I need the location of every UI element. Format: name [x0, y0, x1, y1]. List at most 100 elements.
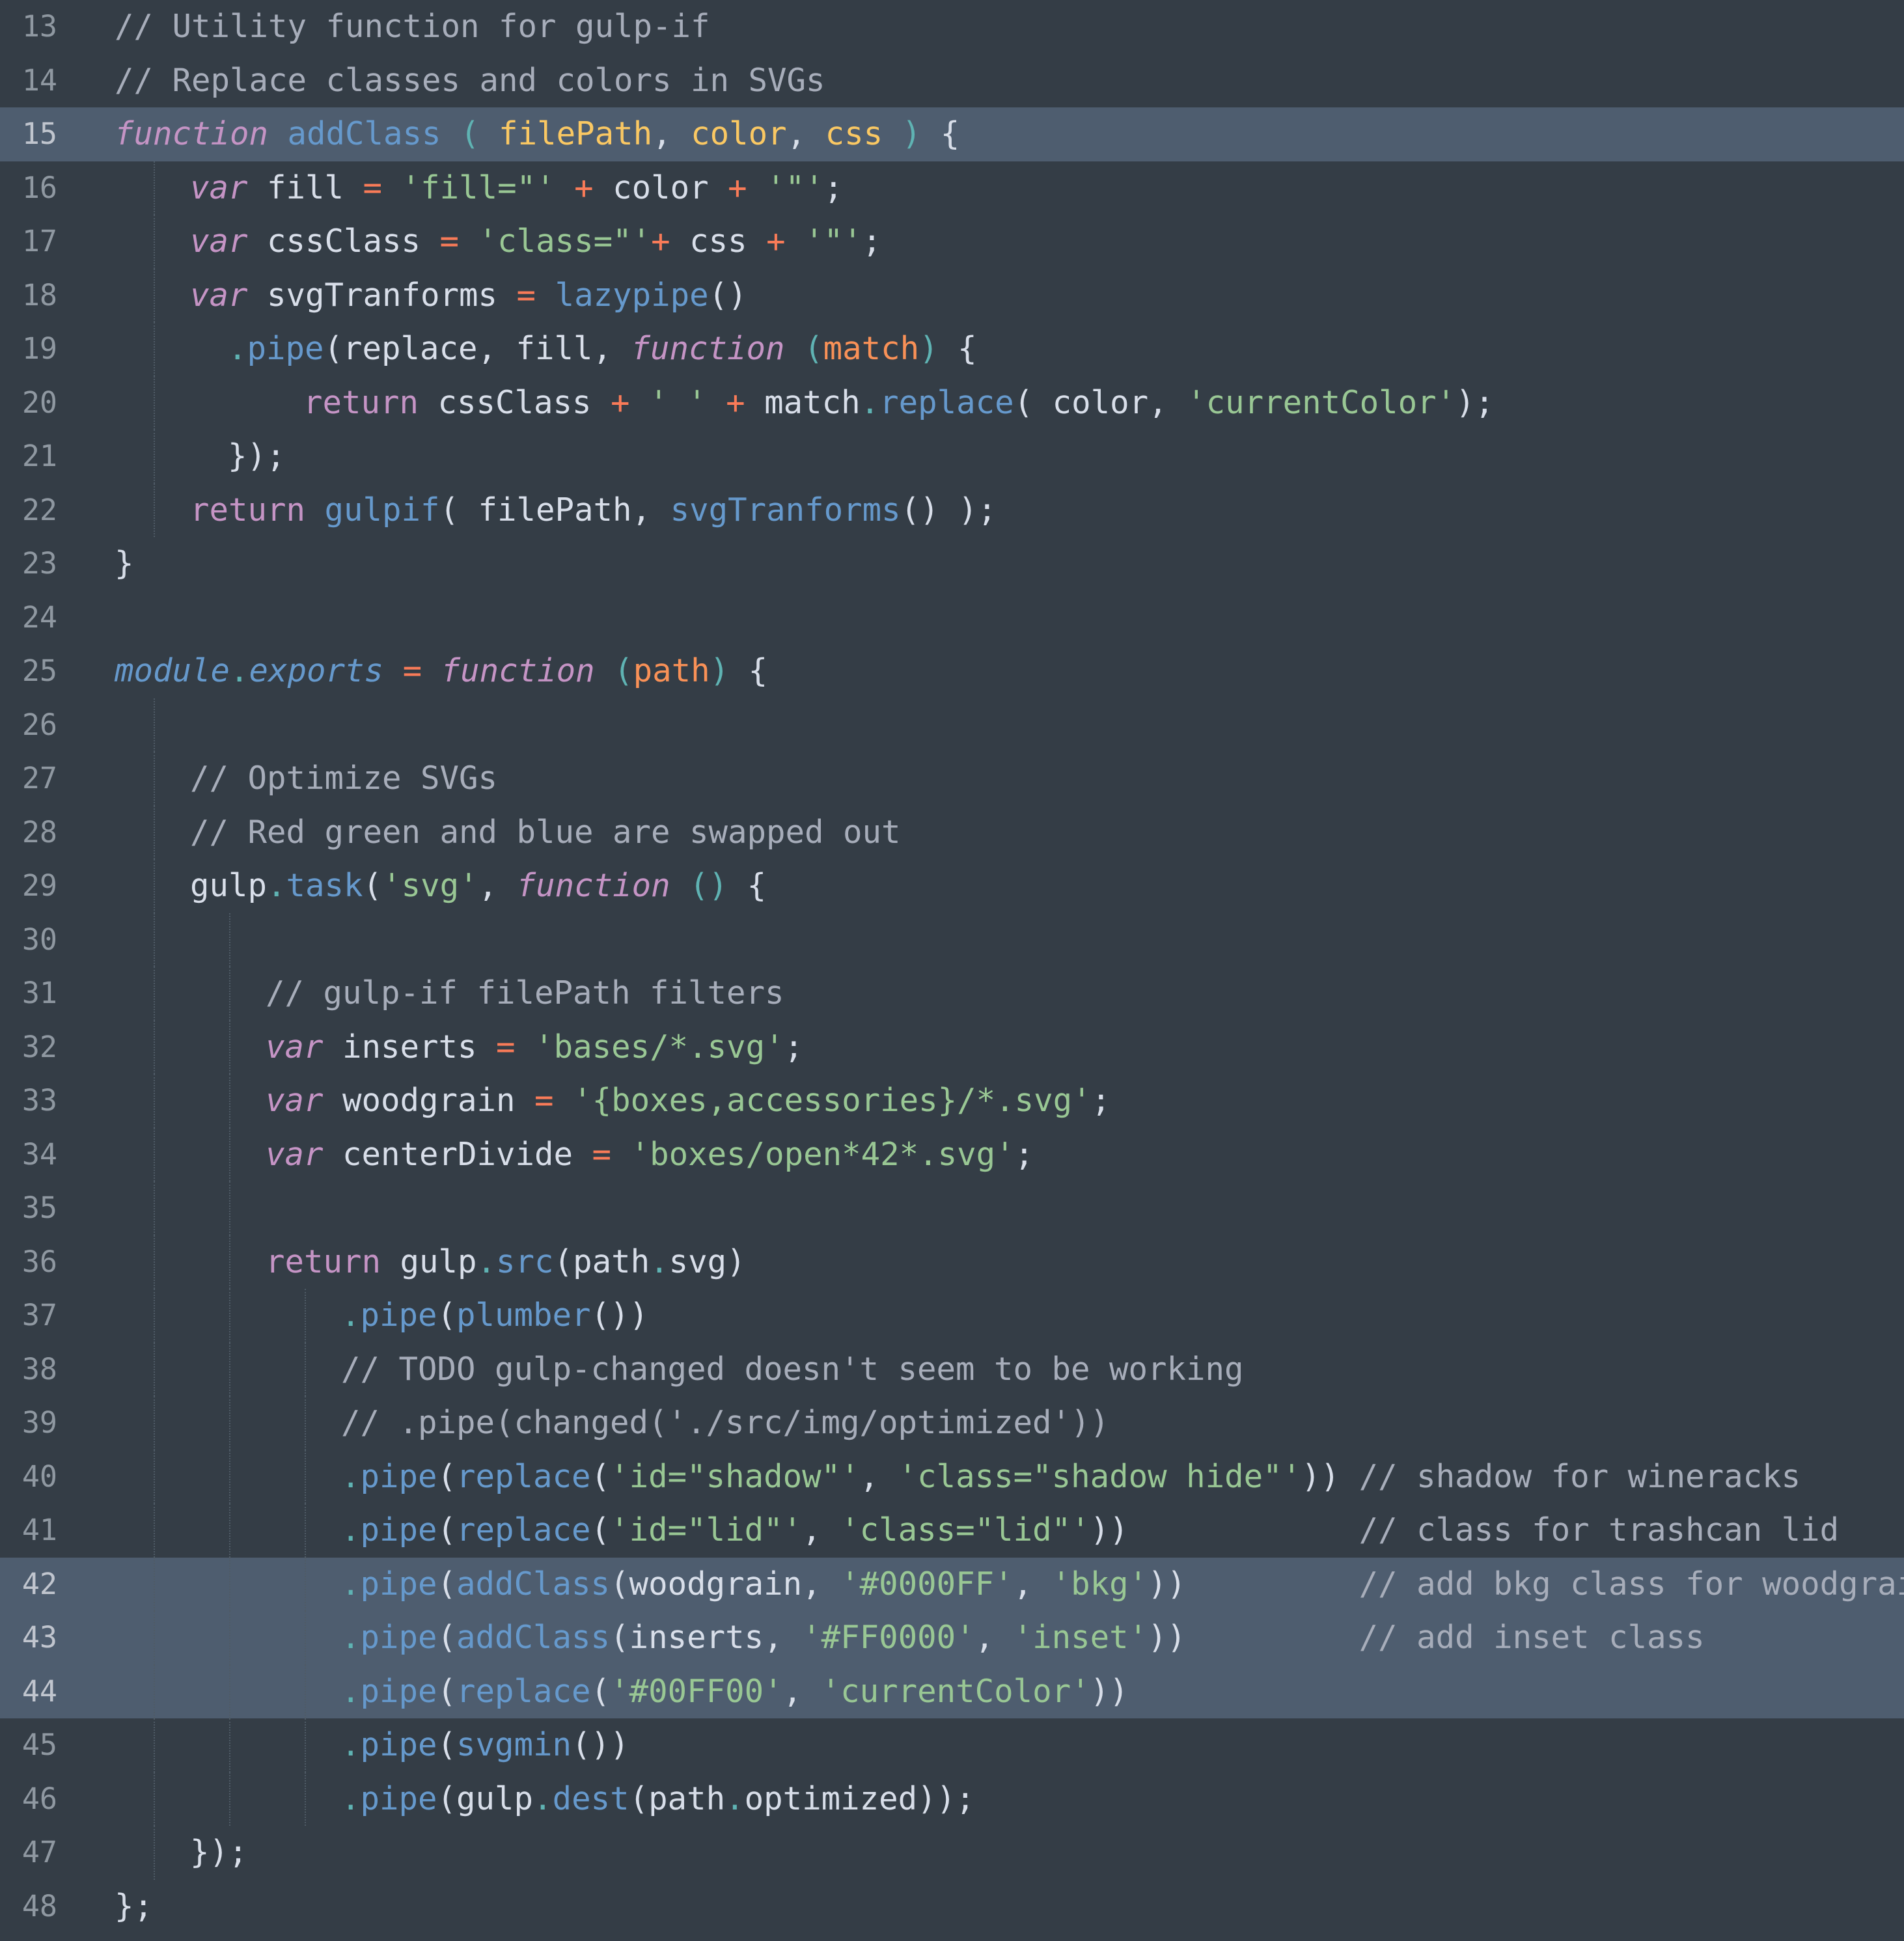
code-line[interactable]: 29 gulp.task('svg', function () { — [0, 859, 1904, 913]
code-token: var — [266, 1028, 324, 1066]
code-text: var inserts = 'bases/*.svg'; — [266, 1021, 803, 1075]
code-line[interactable]: 35 — [0, 1181, 1904, 1235]
indent-guide — [229, 1718, 230, 1772]
code-token: // Replace classes and colors in SVGs — [115, 61, 825, 99]
code-line[interactable]: 22 return gulpif( filePath, svgTranforms(… — [0, 483, 1904, 537]
indent-guide — [154, 1772, 155, 1826]
code-token: }); — [190, 1834, 248, 1871]
code-line[interactable]: 15 function addClass ( filePath, color, c… — [0, 107, 1904, 161]
code-line[interactable]: 25 module.exports = function (path) { — [0, 644, 1904, 698]
code-token: pipe — [360, 1780, 437, 1817]
code-token: inserts — [323, 1028, 497, 1066]
code-token: // Optimize SVGs — [190, 760, 498, 797]
code-line[interactable]: 44 .pipe(replace('#00FF00', 'currentColor… — [0, 1664, 1904, 1718]
code-line[interactable]: 27 // Optimize SVGs — [0, 752, 1904, 806]
code-line[interactable]: 24 — [0, 591, 1904, 645]
code-line[interactable]: 48}; — [0, 1880, 1904, 1934]
indent-guide — [229, 1020, 230, 1074]
code-line[interactable]: 33 var woodgrain = '{boxes,accessories}/*… — [0, 1074, 1904, 1128]
code-token: var — [266, 1082, 324, 1119]
code-line[interactable]: 43 .pipe(addClass(inserts, '#FF0000', 'in… — [0, 1611, 1904, 1665]
code-token: ( — [363, 867, 383, 904]
code-token: 'svg' — [382, 867, 478, 904]
indent-guide — [229, 1181, 230, 1235]
code-token: = — [592, 1135, 612, 1173]
code-line[interactable]: 38 // TODO gulp-changed doesn't seem to b… — [0, 1342, 1904, 1396]
indent-guide — [305, 1718, 306, 1772]
code-token: '#FF0000' — [802, 1619, 975, 1656]
code-line[interactable]: 41 .pipe(replace('id="lid"', 'class="lid"… — [0, 1504, 1904, 1558]
code-token: return — [266, 1243, 381, 1280]
code-line[interactable]: 21}); — [0, 430, 1904, 484]
code-line[interactable]: 26 — [0, 698, 1904, 752]
indent-guide — [154, 376, 155, 430]
code-text: var woodgrain = '{boxes,accessories}/*.s… — [266, 1074, 1111, 1128]
code-token: pipe — [360, 1565, 437, 1603]
indent-guide — [305, 1450, 306, 1504]
indent-guide — [229, 1074, 230, 1128]
line-number: 25 — [21, 654, 57, 688]
code-token: fill — [247, 169, 363, 206]
code-line[interactable]: 45 .pipe(svgmin()) — [0, 1718, 1904, 1772]
code-line[interactable]: 13 // Utility function for gulp-if — [0, 0, 1904, 54]
code-token: ; — [784, 1028, 804, 1066]
code-line[interactable]: 28 // Red green and blue are swapped out — [0, 805, 1904, 860]
line-number: 46 — [21, 1781, 57, 1816]
code-line[interactable]: 37 .pipe(plumber()) — [0, 1289, 1904, 1343]
code-token: = — [402, 652, 422, 689]
code-line[interactable]: 18 var svgTranforms = lazypipe() — [0, 268, 1904, 322]
code-token: (replace, fill, — [324, 330, 631, 367]
code-line[interactable]: 17 var cssClass = 'class="'+ css + '"'; — [0, 215, 1904, 269]
indent-guide — [154, 1611, 155, 1665]
code-text: // Red green and blue are swapped out — [190, 806, 901, 860]
code-token: }); — [228, 437, 286, 475]
code-line[interactable]: 14 // Replace classes and colors in SVGs — [0, 54, 1904, 108]
code-line[interactable]: 19 .pipe(replace, fill, function (match) … — [0, 322, 1904, 376]
code-line[interactable]: 42 .pipe(addClass(woodgrain, '#0000FF', '… — [0, 1557, 1904, 1611]
code-line[interactable]: 40 .pipe(replace('id="shadow"', 'class="s… — [0, 1450, 1904, 1504]
line-number: 24 — [21, 599, 57, 635]
indent-guide — [305, 1342, 306, 1396]
code-line[interactable]: 36 return gulp.src(path.svg) — [0, 1235, 1904, 1289]
indent-guide — [229, 1235, 230, 1289]
code-token: optimized)); — [744, 1780, 975, 1817]
line-number: 20 — [21, 385, 57, 420]
code-text: // Replace classes and colors in SVGs — [115, 54, 825, 108]
code-token: . — [725, 1780, 745, 1817]
code-token: ); — [1456, 383, 1495, 421]
code-editor[interactable]: 13 // Utility function for gulp-if 14 // Re… — [0, 0, 1904, 1941]
code-token: return — [190, 491, 306, 529]
code-line[interactable]: 47}); — [0, 1826, 1904, 1880]
line-number: 16 — [21, 170, 57, 205]
line-number: 40 — [21, 1459, 57, 1494]
code-token: (path — [553, 1243, 650, 1280]
code-token: ( filePath, — [439, 491, 670, 529]
code-token: function — [115, 115, 269, 152]
code-text: } — [115, 537, 134, 591]
code-token: svgmin — [456, 1726, 572, 1763]
code-token: ( — [804, 330, 823, 367]
code-line[interactable]: 46 .pipe(gulp.dest(path.optimized)); — [0, 1772, 1904, 1826]
code-token: , — [652, 115, 691, 152]
code-line[interactable]: 31 // gulp-if filePath filters — [0, 967, 1904, 1021]
indent-guide — [305, 1289, 306, 1343]
indent-guide — [154, 1181, 155, 1235]
code-token: '"' — [805, 223, 862, 260]
code-text: }; — [115, 1880, 153, 1934]
code-token: . — [341, 1672, 361, 1710]
indent-guide — [154, 1235, 155, 1289]
code-line[interactable]: 32 var inserts = 'bases/*.svg'; — [0, 1020, 1904, 1075]
code-line[interactable]: 39 // .pipe(changed('./src/img/optimized'… — [0, 1396, 1904, 1450]
code-line[interactable]: 23} — [0, 537, 1904, 591]
code-line[interactable]: 20 return cssClass + ' ' + match.replace(… — [0, 376, 1904, 430]
code-token: ' ' — [649, 383, 707, 421]
code-token: () ); — [900, 491, 997, 529]
code-text: function addClass ( filePath, color, css… — [115, 107, 959, 161]
code-token: function — [516, 867, 670, 904]
code-line[interactable]: 16 var fill = 'fill="' + color + '"'; — [0, 161, 1904, 215]
code-line[interactable]: 34 var centerDivide = 'boxes/open*42*.svg… — [0, 1127, 1904, 1181]
code-token: . — [341, 1619, 361, 1656]
code-token: )) — [1148, 1565, 1359, 1603]
code-line[interactable]: 30 — [0, 913, 1904, 967]
